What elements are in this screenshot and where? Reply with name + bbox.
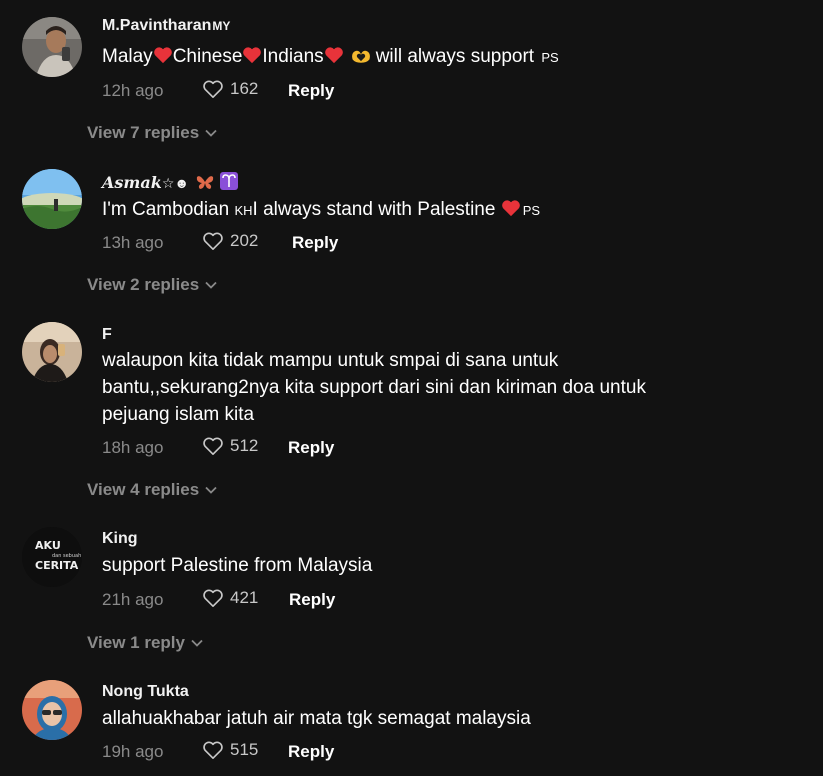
timestamp: 18h ago — [102, 438, 164, 457]
timestamp: 13h ago — [102, 233, 164, 252]
username-symbols: ☆☻ — [161, 175, 190, 191]
red-heart-icon — [501, 200, 520, 217]
comment-text: walaupon kita tidak mampu untuk smpai di… — [102, 350, 646, 425]
reply-button[interactable]: Reply — [292, 233, 338, 253]
username[interactable]: King — [102, 530, 138, 548]
view-replies-button[interactable]: View 1 reply — [87, 633, 203, 653]
heart-outline-icon — [203, 437, 223, 455]
like-count: 202 — [230, 231, 259, 250]
like-button[interactable]: 421 — [202, 588, 258, 608]
chevron-down-icon — [205, 129, 217, 137]
avatar[interactable] — [22, 322, 82, 382]
view-replies-button[interactable]: View 2 replies — [87, 275, 217, 295]
like-count: 421 — [230, 588, 259, 607]
heart-outline-icon — [203, 80, 223, 98]
like-button[interactable]: 515 — [202, 740, 258, 760]
heart-outline-icon — [203, 589, 223, 607]
reply-button[interactable]: Reply — [288, 742, 334, 762]
avatar[interactable] — [22, 680, 82, 740]
username[interactable]: M.PavintharanMY — [102, 17, 230, 35]
reply-button[interactable]: Reply — [288, 81, 334, 101]
like-count: 515 — [230, 740, 259, 759]
avatar[interactable]: AKU dan sebuah CERITA — [22, 527, 82, 587]
avatar[interactable] — [22, 17, 82, 77]
timestamp: 12h ago — [102, 81, 164, 100]
reply-button[interactable]: Reply — [289, 590, 335, 610]
view-replies-button[interactable]: View 7 replies — [87, 123, 217, 143]
chevron-down-icon — [205, 281, 217, 289]
username[interactable]: Nong Tukta — [102, 683, 189, 701]
like-button[interactable]: 202 — [202, 231, 258, 251]
chevron-down-icon — [191, 639, 203, 647]
avatar-text: CERITA — [35, 559, 79, 572]
heart-hands-icon — [351, 50, 370, 63]
flag-badge: KH — [234, 203, 253, 218]
view-replies-button[interactable]: View 4 replies — [87, 480, 217, 500]
username[interactable]: F — [102, 326, 112, 344]
red-heart-icon — [243, 47, 262, 64]
heart-outline-icon — [203, 232, 223, 250]
flag-badge: PS — [522, 203, 541, 218]
chevron-down-icon — [205, 486, 217, 494]
timestamp: 19h ago — [102, 742, 164, 761]
reply-button[interactable]: Reply — [288, 438, 334, 458]
like-button[interactable]: 512 — [202, 436, 258, 456]
comment-text: I'm Cambodian KHI always stand with Pale… — [102, 199, 541, 220]
comment-text: Malay Chinese Indians will always support P… — [102, 46, 559, 67]
aries-icon — [220, 172, 239, 190]
flag-badge: PS — [541, 50, 559, 65]
username[interactable]: Asmak☆☻ — [102, 172, 239, 193]
avatar[interactable] — [22, 169, 82, 229]
butterfly-icon — [196, 176, 213, 189]
timestamp: 21h ago — [102, 590, 164, 609]
red-heart-icon — [324, 47, 343, 64]
comment-text: support Palestine from Malaysia — [102, 555, 373, 576]
comment-text: allahuakhabar jatuh air mata tgk semagat… — [102, 708, 531, 729]
like-button[interactable]: 162 — [202, 79, 258, 99]
flag-badge: MY — [212, 19, 231, 33]
heart-outline-icon — [203, 741, 223, 759]
like-count: 162 — [230, 79, 259, 98]
red-heart-icon — [153, 47, 172, 64]
like-count: 512 — [230, 436, 259, 455]
avatar-text: AKU — [35, 539, 61, 552]
